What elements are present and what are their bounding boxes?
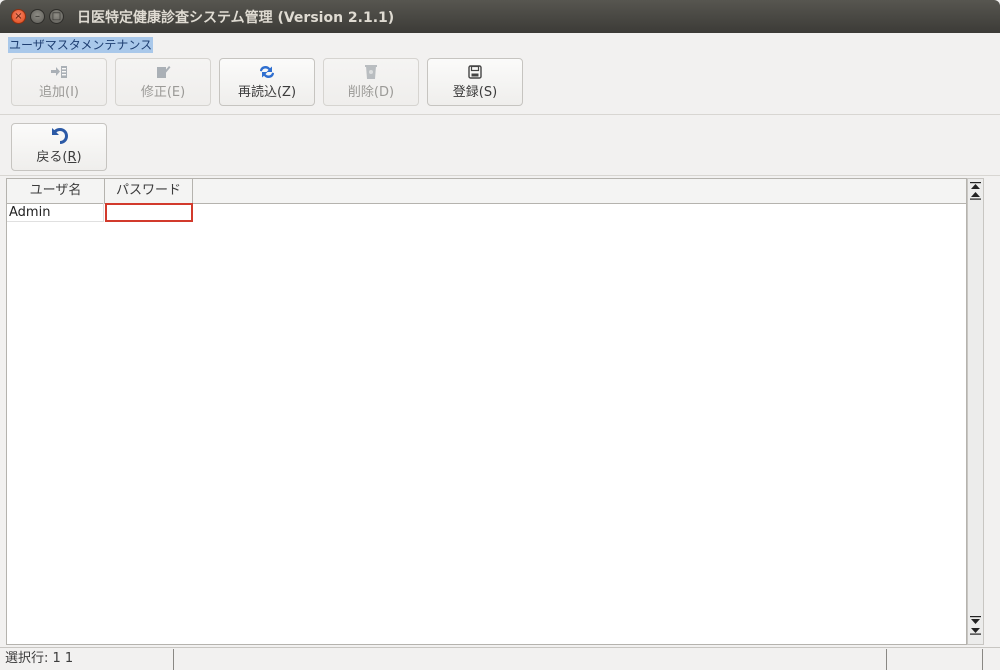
add-button[interactable]: 追加(I) <box>11 58 107 106</box>
toolbar-divider <box>0 114 1000 115</box>
register-button-label: 登録(S) <box>452 85 498 100</box>
delete-button[interactable]: 削除(D) <box>323 58 419 106</box>
scroll-down-icon[interactable] <box>970 616 981 624</box>
undo-arrow-icon <box>12 125 106 145</box>
reload-button[interactable]: 再読込(Z) <box>219 58 315 106</box>
edit-button[interactable]: 修正(E) <box>115 58 211 106</box>
status-divider <box>982 649 983 670</box>
status-divider <box>886 649 887 670</box>
edit-icon <box>116 64 210 80</box>
scroll-up-icon[interactable] <box>970 192 981 200</box>
add-row-icon <box>12 64 106 80</box>
add-button-label: 追加(I) <box>39 85 79 100</box>
status-bar: 選択行: 1 1 <box>0 647 1000 670</box>
close-window-icon[interactable]: × <box>11 9 26 24</box>
table-row[interactable]: Admin <box>7 203 197 222</box>
reload-button-label: 再読込(Z) <box>237 85 297 100</box>
selected-row-status: 選択行: 1 1 <box>5 651 74 666</box>
trash-icon <box>324 64 418 80</box>
status-divider <box>173 649 174 670</box>
table-header: ユーザ名 パスワード <box>7 179 966 204</box>
section-divider <box>0 175 1000 176</box>
reload-icon <box>220 64 314 80</box>
scroll-bottom-icon[interactable] <box>970 627 981 635</box>
scroll-top-icon[interactable] <box>970 182 981 190</box>
register-button[interactable]: 登録(S) <box>427 58 523 106</box>
edit-button-label: 修正(E) <box>140 85 186 100</box>
back-button[interactable]: 戻る(R) <box>11 123 107 171</box>
app-window: × – □ 日医特定健康診査システム管理 (Version 2.1.1) ユーザ… <box>0 0 1000 670</box>
password-cell[interactable] <box>105 203 193 222</box>
title-bar: × – □ 日医特定健康診査システム管理 (Version 2.1.1) <box>0 0 1000 33</box>
back-button-label: 戻る(R) <box>36 150 82 165</box>
maximize-window-icon[interactable]: □ <box>49 9 64 24</box>
username-cell[interactable]: Admin <box>7 203 104 222</box>
screen-title: ユーザマスタメンテナンス <box>8 37 154 53</box>
delete-button-label: 削除(D) <box>347 85 395 100</box>
save-icon <box>428 64 522 80</box>
column-header-username[interactable]: ユーザ名 <box>7 179 105 203</box>
vertical-scrollbar[interactable] <box>967 178 984 645</box>
column-header-password[interactable]: パスワード <box>105 179 193 203</box>
minimize-window-icon[interactable]: – <box>30 9 45 24</box>
window-title: 日医特定健康診査システム管理 (Version 2.1.1) <box>77 9 395 26</box>
user-table[interactable]: ユーザ名 パスワード Admin <box>6 178 967 645</box>
